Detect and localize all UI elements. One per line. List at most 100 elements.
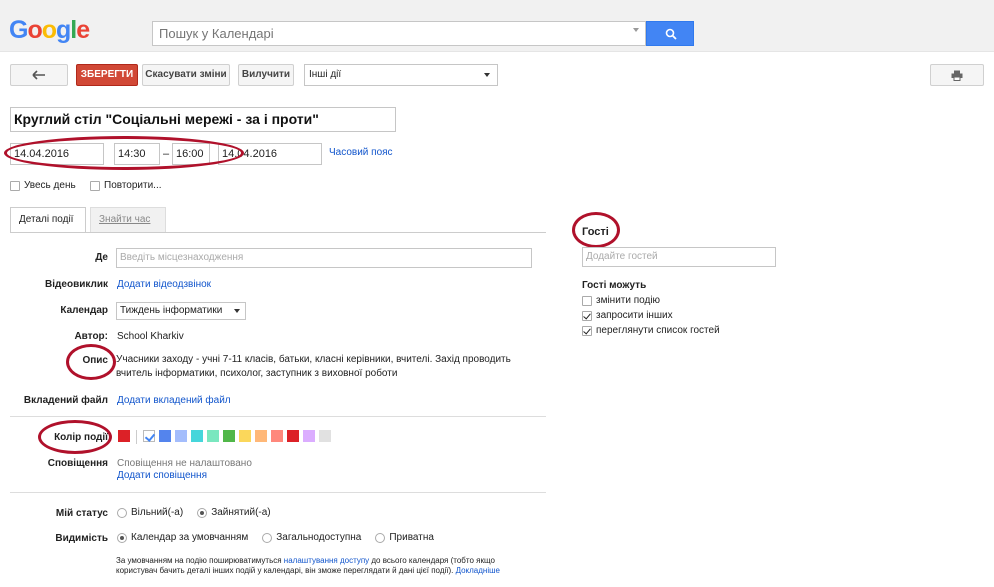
color-swatch[interactable] xyxy=(159,430,171,442)
event-title-input[interactable]: Круглий стіл "Соціальні мережі - за і пр… xyxy=(10,107,396,132)
section-divider xyxy=(10,416,546,417)
back-arrow-icon xyxy=(32,70,45,80)
tab-find-time[interactable]: Знайти час xyxy=(90,207,166,233)
tab-divider xyxy=(10,232,546,233)
visibility-private-label: Приватна xyxy=(389,532,434,543)
other-actions-select[interactable]: Інші дії xyxy=(304,64,498,86)
all-day-label: Увесь день xyxy=(24,180,76,191)
status-free-option[interactable]: Вільний(-а) xyxy=(117,507,183,518)
calendar-value: Тиждень інформатики xyxy=(120,305,223,316)
chevron-down-icon[interactable] xyxy=(633,28,639,32)
checkbox-box[interactable] xyxy=(582,295,592,306)
color-swatch[interactable] xyxy=(255,430,267,442)
color-swatch[interactable] xyxy=(207,430,219,442)
video-label: Відеовиклик xyxy=(45,279,108,290)
save-button[interactable]: ЗБЕРЕГТИ xyxy=(76,64,138,86)
other-actions-label: Інші дії xyxy=(309,69,342,80)
color-label: Колір події xyxy=(54,432,108,443)
guests-title: Гості xyxy=(582,226,609,238)
add-notification-link[interactable]: Додати сповіщення xyxy=(117,470,207,481)
radio-button[interactable] xyxy=(117,507,127,518)
note-text: За умовчанням на подію поширюватимуться xyxy=(116,556,284,565)
perm-invite-checkbox[interactable]: запросити інших xyxy=(582,310,673,321)
section-divider xyxy=(10,492,546,493)
end-time-input[interactable]: 16:00 xyxy=(172,143,210,165)
top-bar: Google xyxy=(0,0,994,52)
checkbox-box[interactable] xyxy=(90,180,100,191)
cancel-button[interactable]: Скасувати зміни xyxy=(142,64,230,86)
add-attachment-link[interactable]: Додати вкладений файл xyxy=(117,395,231,406)
chevron-down-icon xyxy=(234,309,240,313)
checkbox-box[interactable] xyxy=(582,310,592,321)
end-date-input[interactable]: 14.04.2016 xyxy=(218,143,322,165)
where-label: Де xyxy=(95,252,108,263)
color-swatch[interactable] xyxy=(303,430,315,442)
color-swatch[interactable] xyxy=(271,430,283,442)
sharing-settings-link[interactable]: налаштування доступу xyxy=(284,556,369,565)
visibility-default-option[interactable]: Календар за умовчанням xyxy=(117,532,248,543)
google-logo[interactable]: Google xyxy=(9,16,90,44)
checkbox-box[interactable] xyxy=(582,325,592,336)
author-value: School Kharkiv xyxy=(117,331,184,342)
print-icon xyxy=(951,70,963,81)
repeat-checkbox[interactable]: Повторити... xyxy=(90,180,162,191)
swatch-divider xyxy=(136,430,137,444)
visibility-label: Видимість xyxy=(55,533,108,544)
calendar-label: Календар xyxy=(60,305,108,316)
perm-see-checkbox[interactable]: переглянути список гостей xyxy=(582,325,720,336)
print-button[interactable] xyxy=(930,64,984,86)
search-icon xyxy=(665,28,677,40)
visibility-private-option[interactable]: Приватна xyxy=(375,532,434,543)
color-swatch[interactable] xyxy=(223,430,235,442)
radio-button[interactable] xyxy=(117,532,127,543)
location-input[interactable]: Введіть місцезнаходження xyxy=(116,248,532,268)
radio-button[interactable] xyxy=(197,507,208,518)
calendar-select[interactable]: Тиждень інформатики xyxy=(116,302,246,320)
visibility-public-label: Загальнодоступна xyxy=(276,532,362,543)
notifications-value: Сповіщення не налаштовано xyxy=(117,458,252,469)
status-free-label: Вільний(-а) xyxy=(131,507,184,518)
chevron-down-icon xyxy=(484,73,490,77)
radio-button[interactable] xyxy=(262,532,273,543)
notifications-label: Сповіщення xyxy=(47,458,108,469)
checkbox-box[interactable] xyxy=(10,180,20,191)
color-swatch[interactable] xyxy=(287,430,299,442)
add-guests-input[interactable]: Додайте гостей xyxy=(582,247,776,267)
toolbar: ЗБЕРЕГТИ Скасувати зміни Вилучити Інші д… xyxy=(0,52,994,92)
learn-more-link[interactable]: Докладніше xyxy=(456,566,500,575)
guests-can-title: Гості можуть xyxy=(582,280,647,291)
status-radio-group: Вільний(-а) Зайнятий(-а) xyxy=(117,507,285,518)
visibility-default-label: Календар за умовчанням xyxy=(131,532,249,543)
timezone-link[interactable]: Часовий пояс xyxy=(329,147,393,158)
start-date-input[interactable]: 14.04.2016 xyxy=(10,143,104,165)
attachment-label: Вкладений файл xyxy=(23,395,108,406)
perm-modify-label: змінити подію xyxy=(596,295,661,306)
search-button[interactable] xyxy=(646,21,694,46)
search-input[interactable] xyxy=(159,22,619,45)
description-label: Опис xyxy=(82,355,108,366)
back-button[interactable] xyxy=(10,64,68,86)
radio-button[interactable] xyxy=(375,532,386,543)
search-box[interactable] xyxy=(152,21,646,46)
visibility-note: За умовчанням на подію поширюватимуться … xyxy=(116,556,516,576)
color-swatch[interactable] xyxy=(191,430,203,442)
repeat-label: Повторити... xyxy=(104,180,162,191)
description-textarea[interactable]: Учасники заходу - учні 7-11 класів, бать… xyxy=(116,353,516,381)
perm-modify-checkbox[interactable]: змінити подію xyxy=(582,295,660,306)
color-swatch-red[interactable] xyxy=(118,430,130,442)
author-label: Автор: xyxy=(74,331,108,342)
all-day-checkbox[interactable]: Увесь день xyxy=(10,180,76,191)
color-swatch[interactable] xyxy=(175,430,187,442)
time-separator: – xyxy=(163,148,170,160)
perm-see-label: переглянути список гостей xyxy=(596,325,720,336)
color-swatch[interactable] xyxy=(319,430,331,442)
add-video-link[interactable]: Додати відеодзвінок xyxy=(117,279,211,290)
tab-event-details[interactable]: Деталі події xyxy=(10,207,86,233)
color-swatch[interactable] xyxy=(239,430,251,442)
start-time-input[interactable]: 14:30 xyxy=(114,143,160,165)
visibility-radio-group: Календар за умовчанням Загальнодоступна … xyxy=(117,532,448,543)
delete-button[interactable]: Вилучити xyxy=(238,64,294,86)
color-swatch-selected[interactable] xyxy=(143,430,155,442)
visibility-public-option[interactable]: Загальнодоступна xyxy=(262,532,361,543)
status-busy-option[interactable]: Зайнятий(-а) xyxy=(197,507,271,518)
